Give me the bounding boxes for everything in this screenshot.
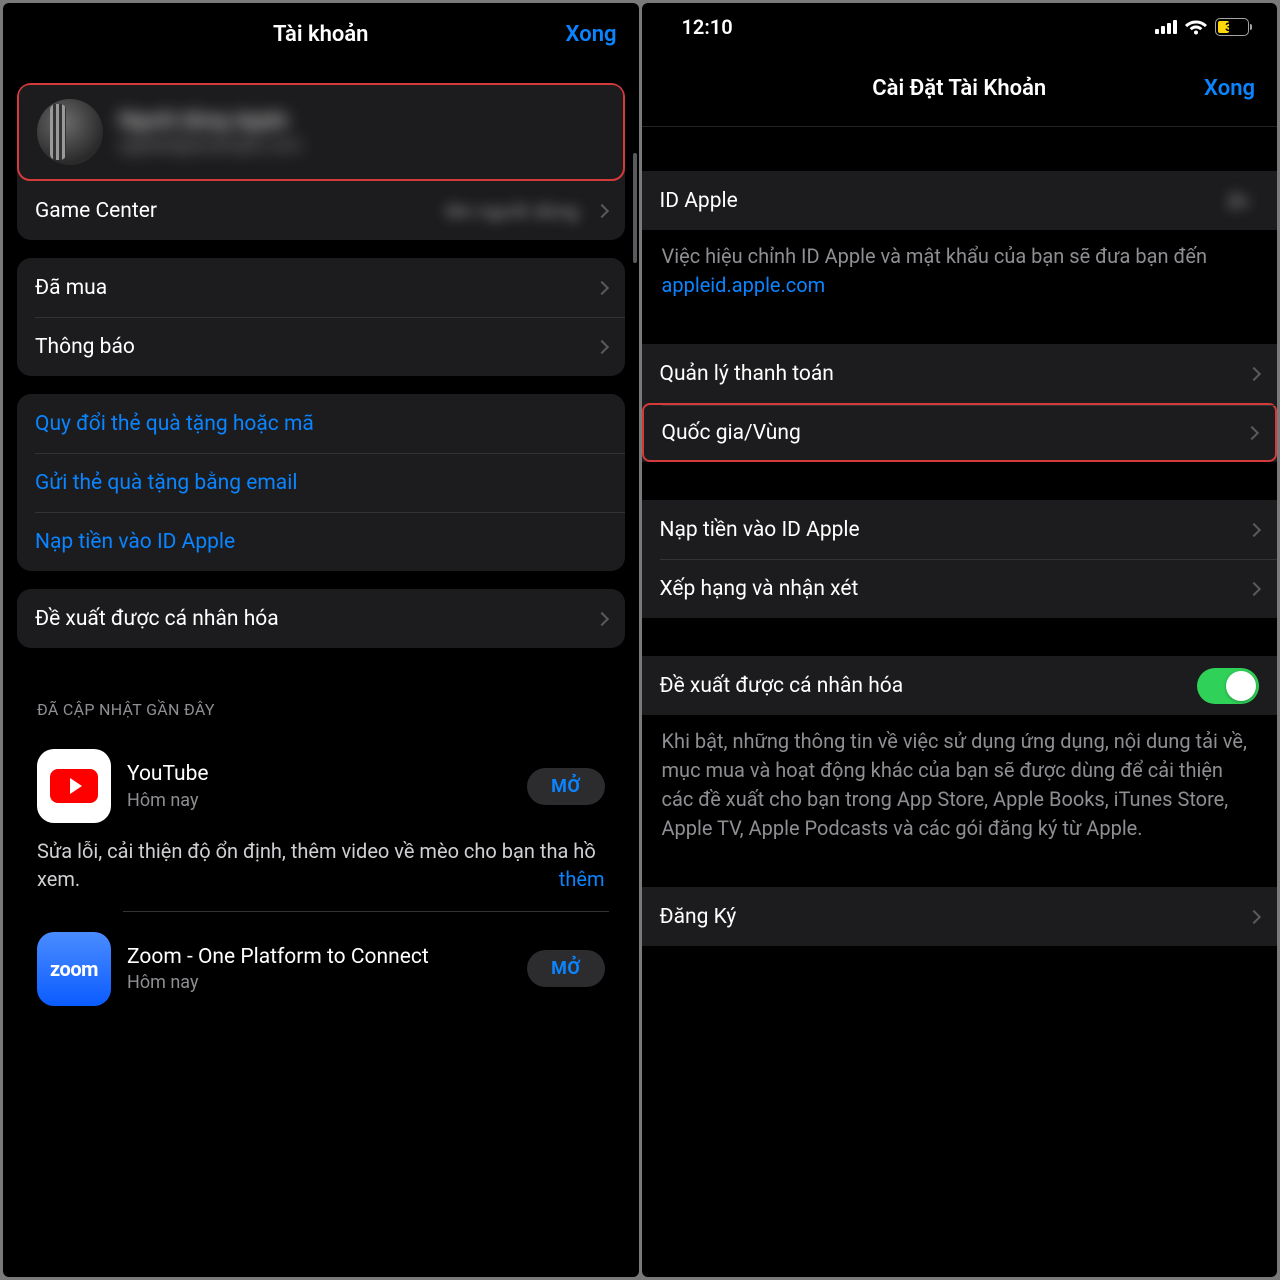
more-link[interactable]: thêm [559,865,605,893]
account-settings-screen: 12:10 38 Cài Đặt Tài Khoản Xong ID Apple… [642,3,1278,1277]
done-button[interactable]: Xong [1204,76,1255,101]
personalized-group: Đề xuất được cá nhân hóa [642,656,1278,715]
toggle-switch[interactable] [1197,668,1259,704]
personalized-cell[interactable]: Đề xuất được cá nhân hóa [17,589,625,648]
ratings-cell[interactable]: Xếp hạng và nhận xét [642,559,1278,618]
apple-id-group: ID Apple ẩn [642,171,1278,230]
app-subtitle: Hôm nay [127,972,511,993]
recently-updated-header: ĐÃ CẬP NHẬT GẦN ĐÂY [17,666,625,729]
nav-header: Cài Đặt Tài Khoản Xong [642,51,1278,127]
game-center-cell[interactable]: Game Center tên người dùng [17,181,625,240]
page-title: Cài Đặt Tài Khoản [872,76,1046,101]
battery-icon: 38 [1215,18,1249,36]
avatar-icon [37,99,103,165]
add-funds-cell[interactable]: Nạp tiền vào ID Apple [17,512,625,571]
chevron-icon [1247,581,1261,595]
settings-content: ID Apple ẩn Việc hiệu chỉnh ID Apple và … [642,127,1278,1277]
apple-id-cell[interactable]: ID Apple ẩn [642,171,1278,230]
game-center-label: Game Center [35,199,445,223]
profile-cell[interactable]: Người dùng Apple appleid@example.com [17,83,625,181]
account-content: Người dùng Apple appleid@example.com Gam… [3,65,639,1277]
gift-group: Quy đổi thẻ quà tặng hoặc mã Gửi thẻ quà… [17,394,625,571]
game-center-value: tên người dùng [445,199,579,223]
page-title: Tài khoản [273,22,368,47]
status-bar: 12:10 38 [642,3,1278,51]
chevron-icon [1247,522,1261,536]
funds-ratings-group: Nạp tiền vào ID Apple Xếp hạng và nhận x… [642,500,1278,618]
profile-name: Người dùng Apple [119,109,605,133]
youtube-icon [37,749,111,823]
scroll-indicator[interactable] [633,153,637,263]
app-subtitle: Hôm nay [127,790,511,811]
zoom-icon: zoom [37,932,111,1006]
app-row-youtube[interactable]: YouTube Hôm nay MỞ [33,729,609,827]
status-time: 12:10 [682,15,733,39]
nav-header: Tài khoản Xong [3,3,639,65]
apple-id-value: ẩn [1227,189,1249,213]
payment-region-group: Quản lý thanh toán Quốc gia/Vùng [642,344,1278,462]
chevron-icon [594,203,608,217]
country-region-cell[interactable]: Quốc gia/Vùng [642,403,1278,462]
personalized-toggle-cell[interactable]: Đề xuất được cá nhân hóa [642,656,1278,715]
chevron-icon [1247,366,1261,380]
purchased-cell[interactable]: Đã mua [17,258,625,317]
notifications-cell[interactable]: Thông báo [17,317,625,376]
cellular-icon [1155,20,1177,34]
subscriptions-cell[interactable]: Đăng Ký [642,887,1278,946]
send-gift-cell[interactable]: Gửi thẻ quà tặng bằng email [17,453,625,512]
add-funds-cell[interactable]: Nạp tiền vào ID Apple [642,500,1278,559]
profile-group: Người dùng Apple appleid@example.com Gam… [17,83,625,240]
personalized-footer: Khi bật, những thông tin về việc sử dụng… [642,715,1278,849]
app-row-zoom[interactable]: zoom Zoom - One Platform to Connect Hôm … [33,912,609,1010]
open-button[interactable]: MỞ [527,950,604,987]
apple-id-footer: Việc hiệu chỉnh ID Apple và mật khẩu của… [642,230,1278,306]
manage-payment-cell[interactable]: Quản lý thanh toán [642,344,1278,403]
app-name: Zoom - One Platform to Connect [127,944,511,970]
chevron-icon [594,611,608,625]
subscriptions-group: Đăng Ký [642,887,1278,946]
app-release-notes: Sửa lỗi, cải thiện độ ổn định, thêm vide… [33,827,609,911]
chevron-icon [594,280,608,294]
chevron-icon [1245,425,1259,439]
open-button[interactable]: MỞ [527,768,604,805]
recent-updates-list: YouTube Hôm nay MỞ Sửa lỗi, cải thiện độ… [17,729,625,1010]
personalized-group: Đề xuất được cá nhân hóa [17,589,625,648]
account-screen: Tài khoản Xong Người dùng Apple appleid@… [3,3,639,1277]
redeem-cell[interactable]: Quy đổi thẻ quà tặng hoặc mã [17,394,625,453]
chevron-icon [1247,909,1261,923]
done-button[interactable]: Xong [566,22,617,47]
app-name: YouTube [127,761,511,787]
chevron-icon [594,339,608,353]
wifi-icon [1185,19,1207,35]
apple-id-link[interactable]: appleid.apple.com [662,273,826,297]
profile-email: appleid@example.com [119,135,605,156]
purchase-group: Đã mua Thông báo [17,258,625,376]
